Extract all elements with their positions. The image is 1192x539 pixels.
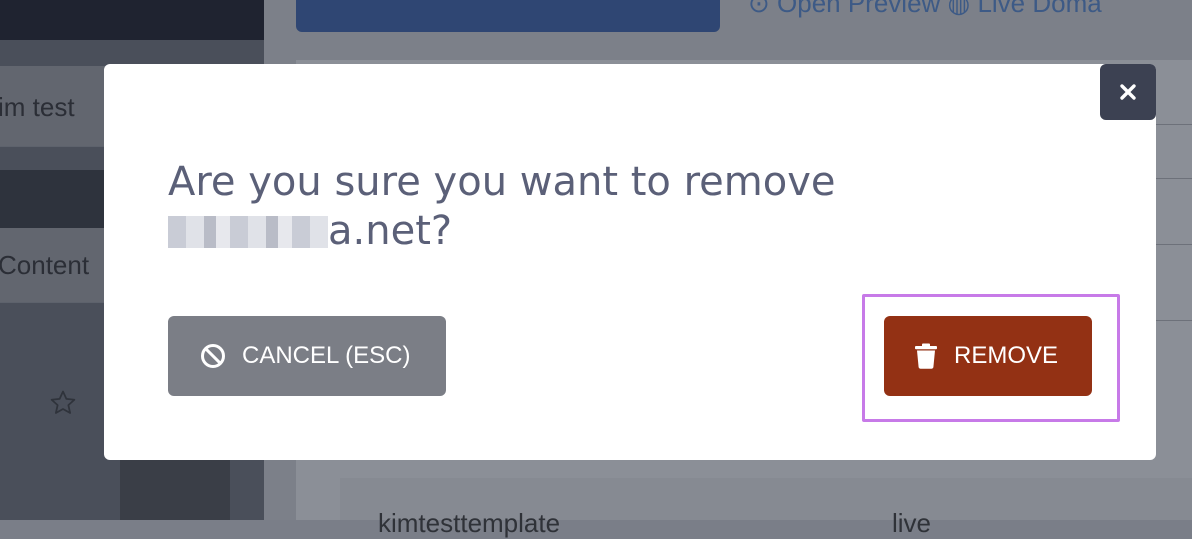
cancel-button[interactable]: CANCEL (ESC) — [168, 316, 446, 396]
star-icon — [50, 390, 76, 414]
trash-icon — [915, 343, 937, 369]
background-table-row: kimtesttemplate live — [340, 478, 1192, 538]
sidebar-header — [0, 0, 264, 40]
confirm-remove-dialog: Are you sure you want to remove a.net? C… — [104, 64, 1156, 460]
sidebar-item-label: im test — [0, 92, 75, 122]
sidebar-item-label: Content — [0, 250, 90, 280]
table-cell-name: kimtesttemplate — [378, 508, 561, 538]
table-cell-status: live — [892, 508, 932, 538]
close-icon — [1120, 84, 1136, 100]
close-button[interactable] — [1100, 64, 1156, 120]
background-top-links: ⊙ Open Preview ◍ Live Doma — [748, 0, 1102, 18]
background-primary-button — [296, 0, 720, 32]
remove-button-label: REMOVE — [954, 342, 1059, 369]
ban-icon — [201, 344, 225, 368]
redacted-domain — [168, 216, 328, 248]
dialog-title: Are you sure you want to remove a.net? — [168, 158, 928, 256]
domain-suffix: a.net? — [328, 208, 453, 254]
cancel-button-label: CANCEL (ESC) — [242, 342, 411, 369]
remove-button[interactable]: REMOVE — [884, 316, 1092, 396]
thumbnail — [120, 460, 230, 520]
dialog-title-text: Are you sure you want to remove — [168, 159, 836, 205]
